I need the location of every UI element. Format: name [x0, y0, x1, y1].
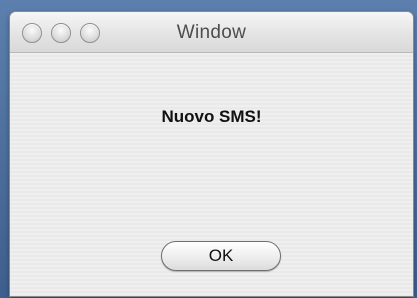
desktop-background: Window Nuovo SMS! OK	[0, 0, 417, 298]
window-titlebar[interactable]: Window	[10, 12, 413, 53]
ok-button[interactable]: OK	[161, 241, 281, 271]
message-text: Nuovo SMS!	[161, 107, 262, 126]
window-title: Window	[176, 22, 247, 43]
dialog-window: Window Nuovo SMS! OK	[10, 12, 413, 296]
dialog-content: Nuovo SMS! OK	[10, 53, 413, 296]
